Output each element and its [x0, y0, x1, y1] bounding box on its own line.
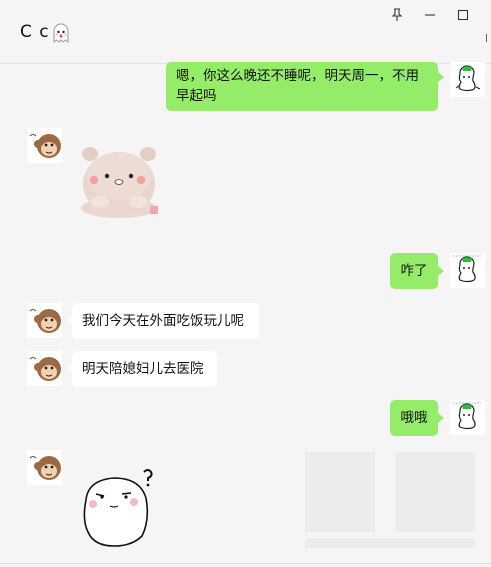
contact-avatar[interactable]	[27, 128, 62, 163]
monkey-avatar-icon	[27, 351, 62, 386]
bubble-tail	[438, 413, 444, 423]
message-text: 明天陪媳妇儿去医院	[82, 361, 204, 377]
monkey-avatar-icon	[27, 303, 62, 338]
contact-avatar[interactable]	[27, 303, 62, 338]
pin-icon[interactable]	[388, 6, 406, 24]
chat-window: C c 嗯，你这么晚还不睡呢，明天周一，不用 早起吗 咋了 我们今天在外面吃饭玩…	[0, 0, 491, 567]
incoming-message-bubble[interactable]: 明天陪媳妇儿去医院	[72, 351, 217, 387]
contact-avatar[interactable]	[27, 450, 62, 485]
confused-face-sticker[interactable]	[80, 464, 162, 548]
chat-header: C c	[0, 0, 491, 64]
incoming-message-bubble[interactable]: 我们今天在外面吃饭玩儿呢	[72, 303, 259, 339]
message-text: 我们今天在外面吃饭玩儿呢	[82, 313, 244, 329]
confused-face-sticker-icon	[83, 469, 153, 547]
window-edge-mark	[486, 34, 489, 42]
my-avatar[interactable]	[450, 253, 485, 288]
chat-title[interactable]: C c	[20, 22, 50, 42]
my-avatar[interactable]	[450, 62, 485, 97]
outgoing-message-bubble[interactable]: 嗯，你这么晚还不睡呢，明天周一，不用 早起吗	[166, 62, 438, 111]
contact-avatar[interactable]	[27, 351, 62, 386]
minimize-icon[interactable]	[421, 6, 439, 24]
monkey-avatar-icon	[27, 450, 62, 485]
message-text: 哦哦	[400, 410, 428, 426]
ghost-sketch-avatar-icon	[450, 400, 485, 435]
bubble-tail	[438, 266, 444, 276]
message-text-line: 嗯，你这么晚还不睡呢，明天周一，不用	[176, 68, 419, 84]
watermark-overlay	[305, 452, 475, 552]
outgoing-message-bubble[interactable]: 哦哦	[390, 400, 438, 436]
ghost-emoji-icon	[53, 23, 69, 44]
maximize-icon[interactable]	[454, 6, 472, 24]
ghost-sketch-avatar-icon	[450, 62, 485, 97]
message-text-line: 早起吗	[176, 88, 217, 104]
outgoing-message-bubble[interactable]: 咋了	[390, 253, 438, 289]
pink-bear-sticker[interactable]	[76, 140, 162, 218]
ghost-sketch-avatar-icon	[450, 253, 485, 288]
monkey-avatar-icon	[27, 128, 62, 163]
input-area-divider	[0, 563, 491, 564]
message-text: 咋了	[400, 263, 428, 279]
bubble-tail	[438, 72, 444, 82]
my-avatar[interactable]	[450, 400, 485, 435]
bear-sticker-icon	[81, 147, 158, 218]
